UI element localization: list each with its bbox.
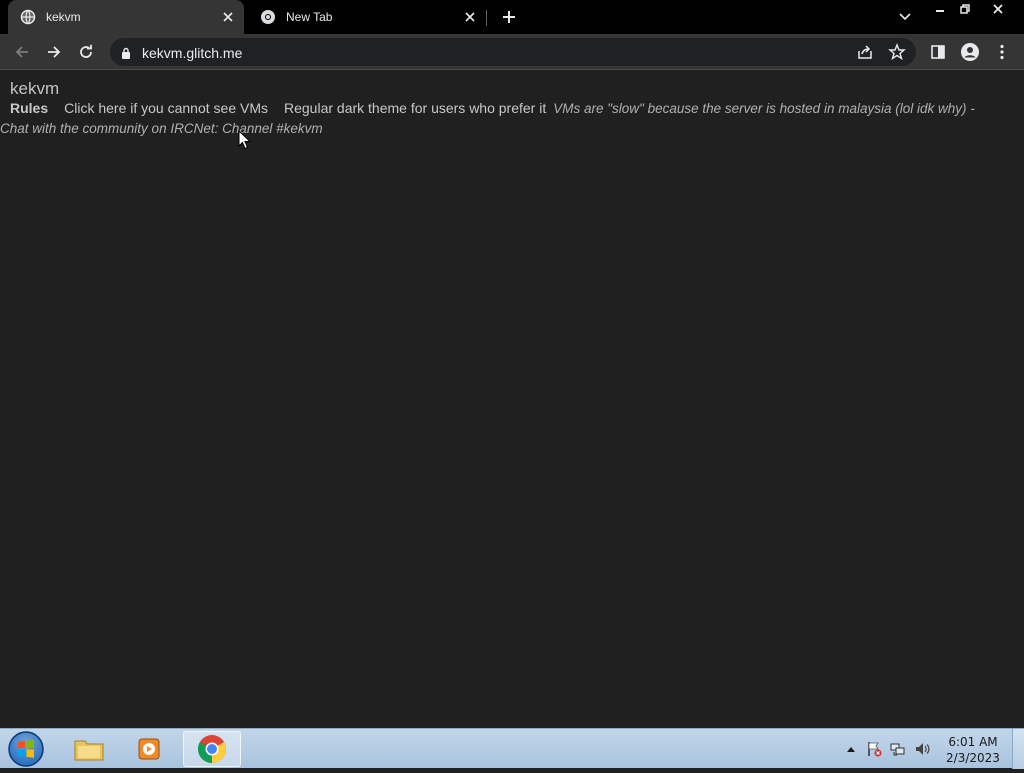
forward-button[interactable] <box>42 40 66 64</box>
tab-kekvm[interactable]: kekvm <box>8 0 244 34</box>
avatar-icon <box>961 43 979 61</box>
url-text[interactable]: kekvm.glitch.me <box>142 45 242 61</box>
close-window-button[interactable] <box>985 0 1011 18</box>
restore-button[interactable] <box>952 0 978 18</box>
tab-title: New Tab <box>286 10 333 24</box>
start-button[interactable] <box>7 730 45 768</box>
chrome-icon <box>260 9 276 25</box>
rules-link[interactable]: Rules <box>10 100 48 116</box>
tab-new-tab[interactable]: New Tab <box>248 0 486 34</box>
show-hidden-icons-button[interactable] <box>843 741 859 757</box>
system-clock[interactable]: 6:01 AM 2/3/2023 <box>940 734 1006 766</box>
profile-button[interactable] <box>958 40 982 64</box>
minimize-icon <box>936 10 944 12</box>
more-vert-icon <box>1000 44 1004 60</box>
close-tab-icon[interactable] <box>220 9 236 25</box>
close-tab-icon[interactable] <box>462 9 478 25</box>
bookmark-star-icon[interactable] <box>888 43 906 61</box>
reload-button[interactable] <box>74 40 98 64</box>
cannot-see-vms-link[interactable]: Click here if you cannot see VMs <box>64 100 268 116</box>
arrow-left-icon <box>15 46 28 58</box>
dark-theme-link[interactable]: Regular dark theme for users who prefer … <box>284 100 546 116</box>
media-player-icon <box>138 738 160 760</box>
address-bar[interactable]: kekvm.glitch.me <box>110 38 916 66</box>
arrow-right-icon <box>48 46 61 58</box>
chrome-icon <box>198 735 226 763</box>
taskbar-media-player[interactable] <box>120 731 178 767</box>
taskbar-chrome[interactable] <box>183 731 241 767</box>
windows-logo-icon <box>8 731 44 767</box>
side-panel-button[interactable] <box>926 40 950 64</box>
volume-icon[interactable] <box>914 741 930 757</box>
show-desktop-button[interactable] <box>1012 729 1024 769</box>
clock-time: 6:01 AM <box>948 735 998 749</box>
share-icon[interactable] <box>856 43 874 61</box>
chevron-down-icon <box>899 13 911 21</box>
irc-notice: Chat with the community on IRCNet: Chann… <box>0 121 323 136</box>
lock-icon[interactable] <box>120 46 132 59</box>
chevron-up-icon <box>847 747 855 752</box>
taskbar-file-explorer[interactable] <box>60 731 118 767</box>
restore-icon <box>960 4 970 14</box>
reload-icon <box>80 44 92 58</box>
taskbar: 6:01 AM 2/3/2023 <box>0 728 1024 769</box>
close-icon <box>993 4 1003 14</box>
menu-button[interactable] <box>990 40 1014 64</box>
nav-bar: Rules Click here if you cannot see VMs Reg… <box>10 100 975 116</box>
back-button[interactable] <box>10 40 34 64</box>
clock-date: 2/3/2023 <box>946 751 1000 765</box>
tab-search-button[interactable] <box>895 8 915 26</box>
page-content: kekvm Rules Click here if you cannot see … <box>0 71 1024 728</box>
site-title: kekvm <box>10 79 60 98</box>
plus-icon <box>503 11 515 23</box>
tab-separator <box>486 10 487 26</box>
globe-icon <box>20 9 36 25</box>
new-tab-button[interactable] <box>499 7 519 27</box>
notice-text: VMs are "slow" because the server is hos… <box>553 101 975 116</box>
side-panel-icon <box>931 45 945 59</box>
network-icon[interactable] <box>890 741 906 757</box>
browser-toolbar: kekvm.glitch.me <box>0 34 1024 70</box>
mouse-cursor-icon <box>238 129 252 150</box>
tab-title: kekvm <box>46 10 81 24</box>
tab-strip: kekvm New Tab <box>0 0 1024 34</box>
folder-icon <box>74 740 104 761</box>
action-center-icon[interactable] <box>866 741 882 757</box>
minimize-button[interactable] <box>927 0 953 18</box>
